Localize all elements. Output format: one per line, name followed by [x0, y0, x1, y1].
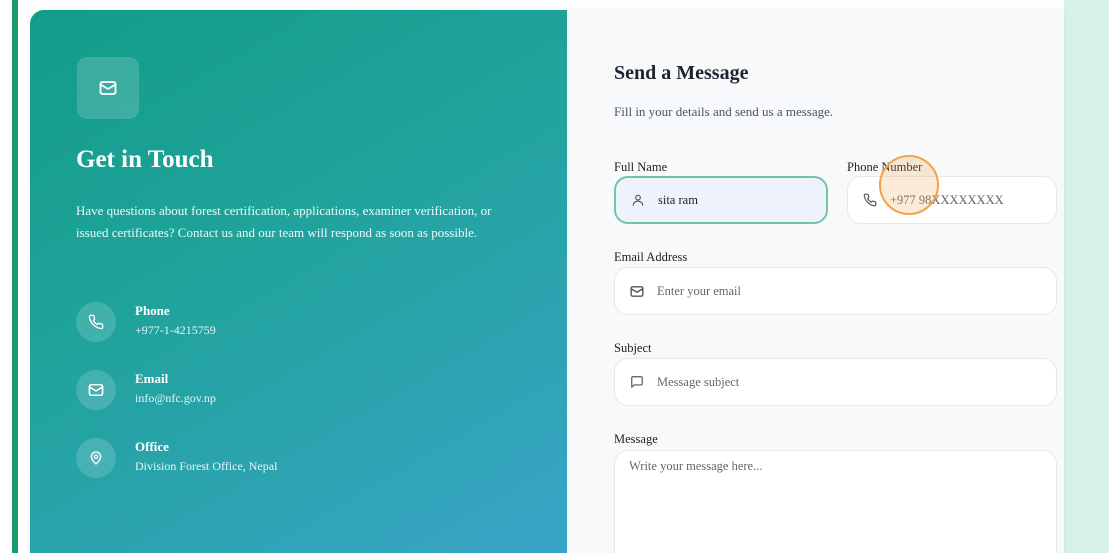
email-address-input[interactable]: Enter your email [614, 267, 1057, 315]
user-icon [630, 192, 646, 208]
message-textarea[interactable]: Write your message here... [614, 450, 1057, 553]
map-pin-icon [76, 438, 116, 478]
mail-icon [77, 57, 139, 119]
contact-item-phone: Phone +977-1-4215759 [76, 302, 216, 342]
cursor-highlight [879, 155, 939, 215]
contact-label: Email [135, 371, 169, 386]
full-name-label: Full Name [614, 160, 668, 174]
info-title: Get in Touch [76, 146, 214, 173]
full-name-value: sita ram [658, 192, 698, 207]
mail-icon [629, 283, 645, 299]
form-subtitle: Fill in your details and send us a messa… [614, 104, 834, 119]
contact-value: +977-1-4215759 [135, 323, 216, 337]
contact-item-email: Email info@nfc.gov.np [76, 370, 216, 410]
email-address-label: Email Address [614, 250, 688, 264]
subject-placeholder: Message subject [657, 374, 740, 389]
message-form-panel: Send a Message Fill in your details and … [567, 10, 1064, 553]
form-title: Send a Message [614, 62, 749, 84]
subject-input[interactable]: Message subject [614, 358, 1057, 406]
page-side-background [1064, 0, 1109, 553]
mail-icon [76, 370, 116, 410]
info-description: Have questions about forest certificatio… [76, 203, 492, 240]
message-square-icon [629, 374, 645, 390]
message-placeholder: Write your message here... [629, 459, 763, 473]
subject-label: Subject [614, 341, 652, 355]
contact-value: info@nfc.gov.np [135, 391, 216, 405]
contact-card: Get in Touch Have questions about forest… [30, 10, 1064, 553]
contact-label: Office [135, 439, 169, 454]
message-label: Message [614, 432, 658, 446]
phone-icon [76, 302, 116, 342]
contact-value: Division Forest Office, Nepal [135, 459, 278, 473]
contact-info-panel: Get in Touch Have questions about forest… [30, 10, 567, 553]
full-name-input[interactable]: sita ram [614, 176, 828, 224]
email-placeholder: Enter your email [657, 283, 741, 298]
contact-item-office: Office Division Forest Office, Nepal [76, 438, 277, 478]
phone-icon [862, 192, 878, 208]
contact-label: Phone [135, 303, 170, 318]
page-accent-bar [12, 0, 18, 553]
